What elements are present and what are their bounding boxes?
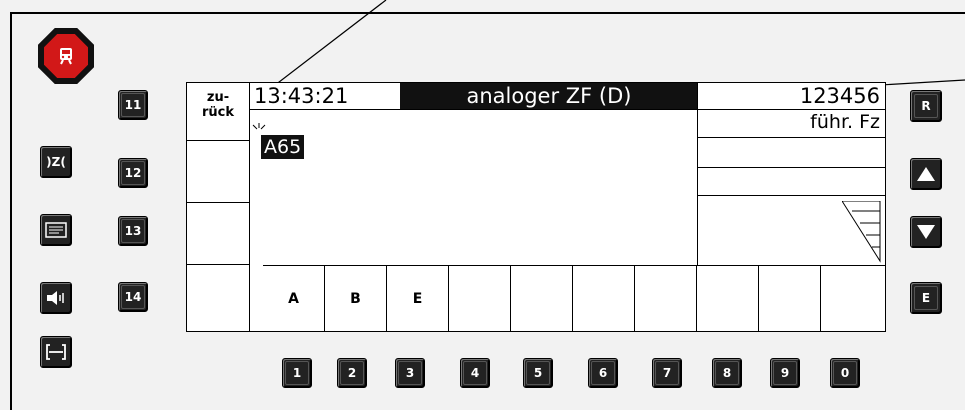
key-11[interactable]: 11: [118, 90, 148, 120]
digit-key-4-label: 4: [463, 361, 487, 385]
key-11-label: 11: [121, 93, 145, 117]
digit-key-3[interactable]: 3: [395, 358, 425, 388]
bracket-icon: [46, 344, 66, 360]
train-id: A65: [261, 135, 305, 159]
key-13[interactable]: 13: [118, 216, 148, 246]
softkey-4[interactable]: [449, 266, 511, 332]
key-r-label: R: [914, 94, 938, 118]
bracket-key[interactable]: [40, 336, 72, 368]
digit-key-1[interactable]: 1: [282, 358, 312, 388]
digit-key-3-label: 3: [398, 361, 422, 385]
screen-key[interactable]: [40, 214, 72, 246]
left-softkey-2[interactable]: [187, 141, 249, 203]
digit-key-2[interactable]: 2: [337, 358, 367, 388]
up-arrow-icon: [917, 167, 935, 181]
softkey-5[interactable]: [511, 266, 573, 332]
mode-label: analoger ZF (D): [400, 83, 698, 109]
digit-key-7-label: 7: [655, 361, 679, 385]
divider-4: [698, 195, 886, 196]
softkey-8[interactable]: [697, 266, 759, 332]
key-14[interactable]: 14: [118, 282, 148, 312]
vehicle-label: führ. Fz: [810, 111, 880, 133]
softkey-row: A B E: [263, 265, 885, 332]
speaker-key[interactable]: [40, 282, 72, 314]
key-e[interactable]: E: [910, 282, 942, 314]
down-arrow-icon: [917, 225, 935, 239]
speaker-icon: [47, 291, 64, 305]
digit-key-9-label: 9: [773, 361, 797, 385]
gradient-wedge-icon: [842, 201, 881, 263]
train-icon: [60, 48, 72, 65]
softkey-1[interactable]: A: [263, 266, 325, 332]
digit-key-6[interactable]: 6: [588, 358, 618, 388]
right-info-column: 123456 führ. Fz: [697, 83, 886, 265]
left-softkey-3[interactable]: [187, 203, 249, 265]
digit-key-8[interactable]: 8: [712, 358, 742, 388]
key-12-label: 12: [121, 161, 145, 185]
key-13-label: 13: [121, 219, 145, 243]
softkey-9[interactable]: [759, 266, 821, 332]
digit-key-0-label: 0: [833, 361, 857, 385]
key-12[interactable]: 12: [118, 158, 148, 188]
train-number: 123456: [799, 84, 880, 108]
clock: 13:43:21: [254, 84, 349, 108]
digit-key-5-label: 5: [526, 361, 550, 385]
digit-key-8-label: 8: [715, 361, 739, 385]
left-softkey-column: zu- rück: [187, 83, 250, 331]
cab-display: zu- rück 13:43:21 analoger ZF (D) 123456…: [186, 82, 886, 332]
key-up[interactable]: [910, 158, 942, 190]
divider-2: [698, 137, 886, 138]
screen-icon: [45, 222, 67, 238]
key-14-label: 14: [121, 285, 145, 309]
softkey-6[interactable]: [573, 266, 635, 332]
softkey-10[interactable]: [821, 266, 885, 332]
softkey-2[interactable]: B: [325, 266, 387, 332]
title-bar: 13:43:21 analoger ZF (D): [250, 83, 698, 110]
digit-key-7[interactable]: 7: [652, 358, 682, 388]
divider-3: [698, 167, 886, 168]
coupling-icon: )Z(: [46, 155, 66, 169]
digit-key-0[interactable]: 0: [830, 358, 860, 388]
divider-1: [698, 109, 886, 110]
digit-key-6-label: 6: [591, 361, 615, 385]
digit-key-9[interactable]: 9: [770, 358, 800, 388]
coupling-key[interactable]: )Z(: [40, 146, 72, 178]
digit-key-4[interactable]: 4: [460, 358, 490, 388]
softkey-7[interactable]: [635, 266, 697, 332]
key-down[interactable]: [910, 216, 942, 248]
back-label-line2: rück: [201, 105, 235, 120]
digit-key-2-label: 2: [340, 361, 364, 385]
digit-key-5[interactable]: 5: [523, 358, 553, 388]
digit-key-1-label: 1: [285, 361, 309, 385]
back-cell[interactable]: zu- rück: [187, 83, 249, 141]
key-e-label: E: [914, 286, 938, 310]
back-button[interactable]: zu- rück: [191, 89, 245, 133]
softkey-3[interactable]: E: [387, 266, 449, 332]
key-r[interactable]: R: [910, 90, 942, 122]
alarm-train-button[interactable]: [38, 28, 94, 84]
